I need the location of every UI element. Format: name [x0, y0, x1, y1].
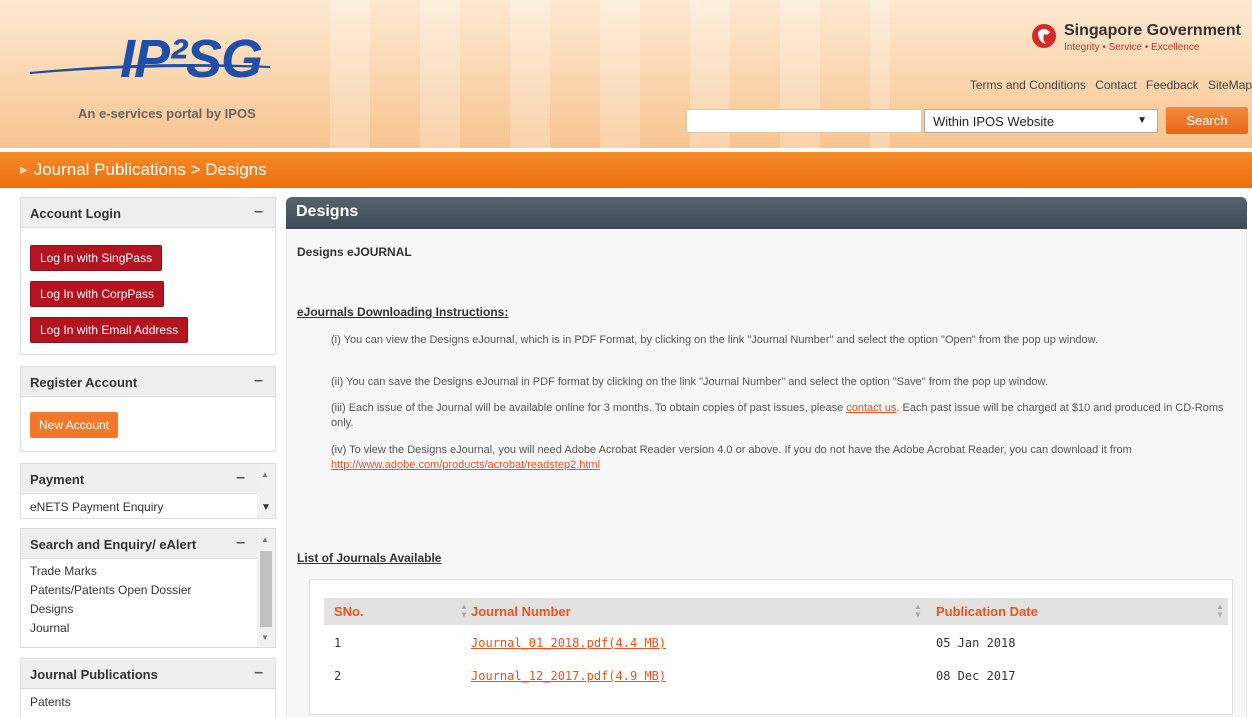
column-header-sno[interactable]: SNo.	[334, 604, 364, 619]
singpass-login-button[interactable]: Log In with SingPass	[30, 245, 163, 271]
singapore-government-logo[interactable]: Singapore Government Integrity • Service…	[1022, 22, 1252, 62]
payment-header[interactable]: Payment –	[21, 464, 257, 494]
sort-icon[interactable]: ▲ ▼	[460, 603, 468, 619]
section-subtitle: Designs eJOURNAL	[297, 245, 412, 259]
instruction-iv: (iv) To view the Designs eJournal, you w…	[331, 443, 1236, 473]
search-button[interactable]: Search	[1166, 107, 1248, 134]
journal-table: SNo. ▲ ▼ Journal Number ▲ ▼ Publication Da…	[309, 579, 1233, 715]
cell-publication-date: 05 Jan 2018	[936, 636, 1016, 650]
table-header: SNo. ▲ ▼ Journal Number ▲ ▼ Publication Da…	[324, 598, 1228, 625]
terms-link[interactable]: Terms and Conditions	[970, 78, 1086, 92]
collapse-icon[interactable]: –	[236, 469, 245, 487]
scroll-thumb[interactable]	[260, 551, 272, 627]
breadcrumb: ▶ Journal Publications > Designs	[20, 160, 267, 180]
journal-link[interactable]: Journal	[21, 619, 257, 638]
site-header: IP²SG An e-services portal by IPOS Singa…	[0, 0, 1252, 148]
logo-tagline: An e-services portal by IPOS	[78, 106, 256, 121]
journal-publications-title: Journal Publications	[30, 667, 158, 682]
breadcrumb-bar: ▶ Journal Publications > Designs	[0, 152, 1252, 188]
scroll-down-icon[interactable]: ▼	[261, 633, 269, 642]
sort-icon[interactable]: ▲ ▼	[914, 603, 922, 619]
content-body: Designs eJOURNAL eJournals Downloading I…	[286, 229, 1247, 717]
journal-publications-panel: Journal Publications – Patents	[20, 658, 276, 717]
scrollbar[interactable]: ▲ ▼	[257, 529, 275, 647]
instruction-iv-text: (iv) To view the Designs eJournal, you w…	[331, 444, 1132, 456]
payment-title: Payment	[30, 472, 85, 487]
patents-open-dossier-link[interactable]: Patents/Patents Open Dossier	[21, 581, 257, 600]
top-links: Terms and Conditions Contact Feedback Si…	[964, 78, 1252, 92]
table-row: 2 Journal_12_2017.pdf(4.9 MB) 08 Dec 201…	[324, 660, 1228, 692]
feedback-link[interactable]: Feedback	[1146, 78, 1199, 92]
search-scope-value: Within IPOS Website	[933, 114, 1055, 129]
journal-publications-header[interactable]: Journal Publications –	[21, 659, 275, 689]
contact-us-link[interactable]: contact us	[846, 402, 896, 414]
instruction-iii-text: (iii) Each issue of the Journal will be …	[331, 402, 844, 414]
lion-head-icon	[1032, 24, 1056, 48]
register-account-title: Register Account	[30, 375, 138, 390]
instruction-i: (i) You can view the Designs eJournal, w…	[331, 334, 1099, 346]
table-row: 1 Journal_01_2018.pdf(4.4 MB) 05 Jan 201…	[324, 627, 1228, 659]
account-login-header[interactable]: Account Login –	[21, 198, 275, 228]
cell-sno: 2	[334, 669, 342, 683]
register-account-panel: Register Account – New Account	[20, 366, 276, 452]
logo-text: IP²SG	[120, 29, 263, 89]
trade-marks-link[interactable]: Trade Marks	[21, 562, 257, 581]
cell-publication-date: 08 Dec 2017	[936, 669, 1016, 683]
search-enquiry-panel: Search and Enquiry/ eAlert – Trade Marks…	[20, 528, 276, 648]
column-header-journal-number[interactable]: Journal Number	[471, 604, 571, 619]
scrollbar[interactable]: ▲ ▼	[257, 464, 275, 518]
arrow-right-icon: ▶	[20, 165, 28, 176]
sitemap-link[interactable]: SiteMap	[1208, 78, 1252, 92]
journal-download-link[interactable]: Journal_12_2017.pdf(4.9 MB)	[471, 669, 666, 683]
instruction-ii: (ii) You can save the Designs eJournal i…	[331, 376, 1048, 388]
instruction-iii: (iii) Each issue of the Journal will be …	[331, 401, 1236, 431]
scroll-up-icon[interactable]: ▲	[261, 535, 269, 544]
account-login-title: Account Login	[30, 206, 121, 221]
gov-title: Singapore Government	[1064, 22, 1241, 39]
journal-download-link[interactable]: Journal_01_2018.pdf(4.4 MB)	[471, 636, 666, 650]
contact-link[interactable]: Contact	[1095, 78, 1136, 92]
email-login-button[interactable]: Log In with Email Address	[30, 317, 189, 343]
patents-journal-link[interactable]: Patents	[21, 692, 275, 713]
collapse-icon[interactable]: –	[254, 664, 263, 682]
cell-sno: 1	[334, 636, 342, 650]
collapse-icon[interactable]: –	[254, 372, 263, 390]
new-account-button[interactable]: New Account	[30, 412, 119, 438]
search-enquiry-header[interactable]: Search and Enquiry/ eAlert –	[21, 529, 257, 559]
ip2sg-logo[interactable]: IP²SG An e-services portal by IPOS	[30, 18, 330, 128]
column-header-publication-date[interactable]: Publication Date	[936, 604, 1038, 619]
scroll-up-icon[interactable]: ▲	[261, 470, 269, 479]
account-login-panel: Account Login – Log In with SingPass Log…	[20, 197, 276, 355]
journal-list-title: List of Journals Available	[297, 551, 442, 565]
search-enquiry-title: Search and Enquiry/ eAlert	[30, 537, 197, 552]
collapse-icon[interactable]: –	[236, 534, 245, 552]
sort-icon[interactable]: ▲ ▼	[1216, 603, 1224, 619]
dropdown-arrow-icon: ▼	[1137, 115, 1147, 126]
scroll-down-icon[interactable]: ▼	[261, 502, 271, 513]
payment-panel: Payment – eNETS Payment Enquiry ▲ ▼	[20, 463, 276, 519]
enets-payment-enquiry-link[interactable]: eNETS Payment Enquiry	[21, 497, 275, 518]
register-account-header[interactable]: Register Account –	[21, 367, 275, 397]
breadcrumb-text: Journal Publications > Designs	[33, 160, 267, 179]
page-title: Designs	[296, 203, 359, 220]
designs-link[interactable]: Designs	[21, 600, 257, 619]
search-scope-select[interactable]: Within IPOS Website ▼	[924, 109, 1158, 133]
corppass-login-button[interactable]: Log In with CorpPass	[30, 281, 165, 307]
search-input[interactable]	[686, 109, 922, 133]
adobe-download-link[interactable]: http://www.adobe.com/products/acrobat/re…	[331, 459, 600, 471]
instructions-title: eJournals Downloading Instructions:	[297, 305, 509, 319]
content-header: Designs	[286, 197, 1247, 229]
gov-subtitle: Integrity • Service • Excellence	[1064, 42, 1200, 53]
collapse-icon[interactable]: –	[254, 203, 263, 221]
